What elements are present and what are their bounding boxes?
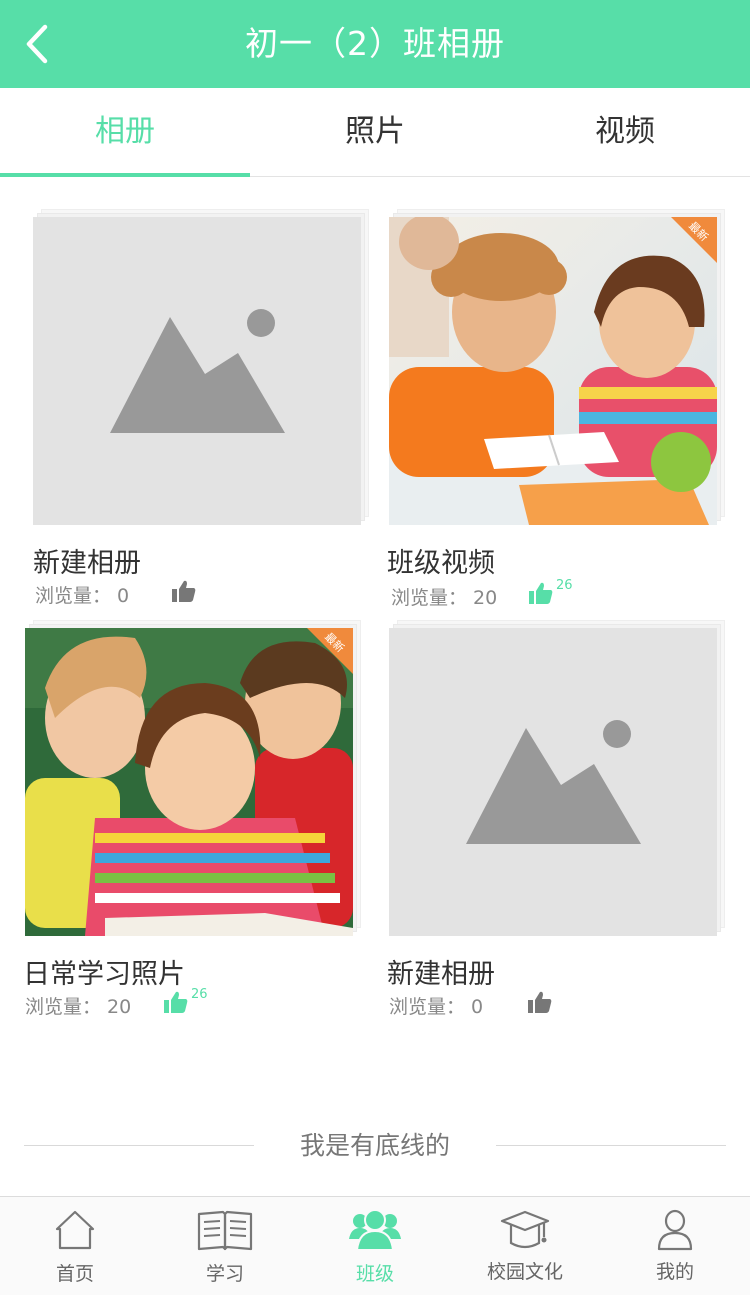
thumbs-up-icon xyxy=(528,991,552,1013)
nav-item-home[interactable]: 首页 xyxy=(0,1197,150,1295)
album-cover[interactable] xyxy=(389,628,717,936)
nav-item-campus-culture[interactable]: 校园文化 xyxy=(450,1197,600,1295)
like-count: 26 xyxy=(556,578,573,593)
album-title: 新建相册 xyxy=(33,548,141,579)
new-badge: 最新 xyxy=(307,628,353,674)
bottom-nav: 首页 学习 班级 校园文化 我的 xyxy=(0,1196,750,1295)
thumbs-up-icon xyxy=(529,582,553,604)
badge-text: 最新 xyxy=(685,219,711,245)
nav-label: 首页 xyxy=(55,1263,94,1285)
tab-videos[interactable]: 视频 xyxy=(500,88,750,176)
tab-albums[interactable]: 相册 xyxy=(0,88,250,177)
album-views: 浏览量： 0 xyxy=(389,994,483,1020)
album-views: 浏览量： 20 xyxy=(25,994,131,1020)
new-badge: 最新 xyxy=(671,217,717,263)
like-button[interactable]: 26 xyxy=(163,987,208,1018)
page-title: 初一（2）班相册 xyxy=(245,24,505,63)
placeholder-image-icon xyxy=(389,628,717,936)
album-cover[interactable] xyxy=(33,217,361,525)
book-icon xyxy=(197,1210,253,1251)
top-bar: 初一（2）班相册 xyxy=(0,0,750,88)
album-views: 浏览量： 20 xyxy=(391,585,497,611)
views-label: 浏览量： xyxy=(25,996,102,1018)
album-cover[interactable]: 最新 xyxy=(25,628,353,936)
views-label: 浏览量： xyxy=(35,585,112,607)
views-count: 0 xyxy=(471,996,484,1018)
thumbs-up-icon xyxy=(172,580,196,602)
class-group-icon xyxy=(349,1209,401,1251)
album-views: 浏览量： 0 xyxy=(35,583,129,609)
divider-line xyxy=(496,1145,726,1146)
nav-item-me[interactable]: 我的 xyxy=(600,1197,750,1295)
nav-label: 校园文化 xyxy=(486,1261,563,1283)
thumbs-up-icon xyxy=(164,991,188,1013)
placeholder-image-icon xyxy=(33,217,361,525)
like-button[interactable]: 26 xyxy=(528,578,573,609)
nav-item-study[interactable]: 学习 xyxy=(150,1197,300,1295)
children-studying-photo xyxy=(389,217,717,525)
views-label: 浏览量： xyxy=(389,996,466,1018)
badge-text: 最新 xyxy=(321,630,347,656)
end-of-list-divider: 我是有底线的 xyxy=(24,1126,726,1166)
views-count: 0 xyxy=(117,585,130,607)
tab-photos[interactable]: 照片 xyxy=(250,88,500,176)
views-count: 20 xyxy=(107,996,132,1018)
album-title: 新建相册 xyxy=(387,959,495,990)
album-title: 日常学习照片 xyxy=(23,959,185,990)
tab-bar: 相册 照片 视频 xyxy=(0,88,750,177)
nav-label: 我的 xyxy=(655,1261,694,1283)
nav-item-class[interactable]: 班级 xyxy=(300,1197,450,1295)
children-reading-photo xyxy=(25,628,353,936)
graduation-cap-icon xyxy=(500,1210,550,1249)
views-count: 20 xyxy=(473,587,498,609)
like-button[interactable] xyxy=(171,579,197,607)
like-button[interactable] xyxy=(527,990,553,1018)
user-icon xyxy=(657,1209,693,1251)
views-label: 浏览量： xyxy=(391,587,468,609)
nav-label: 学习 xyxy=(205,1263,244,1285)
end-of-list-text: 我是有底线的 xyxy=(299,1131,450,1160)
album-cover[interactable]: 最新 xyxy=(389,217,717,525)
home-icon xyxy=(55,1210,95,1250)
nav-label: 班级 xyxy=(355,1263,394,1285)
album-title: 班级视频 xyxy=(387,548,495,579)
like-count: 26 xyxy=(191,987,208,1002)
